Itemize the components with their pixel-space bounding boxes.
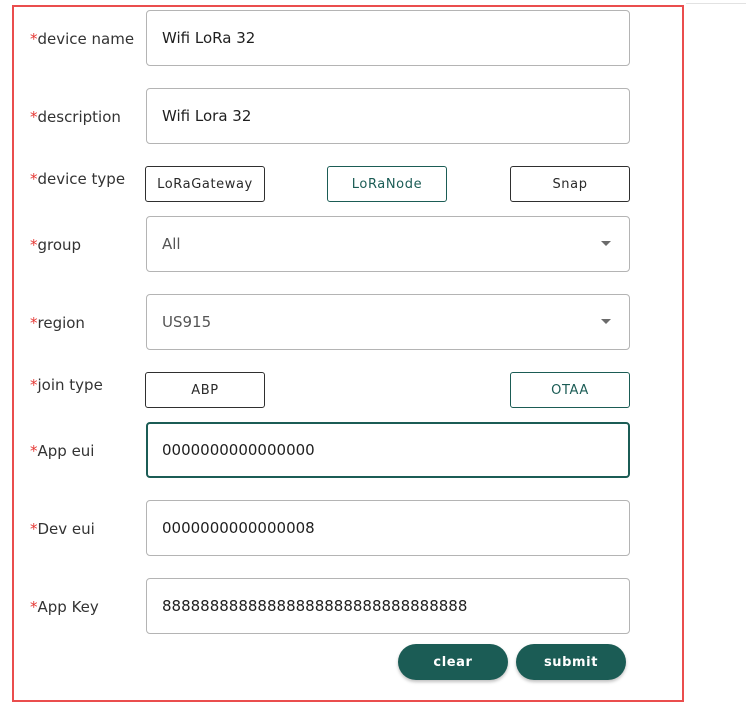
device-name-label: *device name (30, 30, 135, 48)
required-marker: * (30, 442, 38, 460)
dropdown-arrow-icon (601, 319, 611, 324)
page-top-divider (686, 3, 746, 4)
required-marker: * (30, 30, 38, 48)
join-type-option-otaa[interactable]: OTAA (510, 372, 630, 408)
region-value: US915 (162, 313, 212, 331)
required-marker: * (30, 170, 38, 188)
join-type-option-abp[interactable]: ABP (145, 372, 265, 408)
app-eui-value: 0000000000000000 (162, 441, 315, 459)
device-type-option-snap[interactable]: Snap (510, 166, 630, 202)
dev-eui-value: 0000000000000008 (162, 519, 315, 537)
dev-eui-input[interactable]: 0000000000000008 (146, 500, 630, 556)
dropdown-arrow-icon (601, 241, 611, 246)
device-type-option-loragateway[interactable]: LoRaGateway (145, 166, 265, 202)
required-marker: * (30, 376, 38, 394)
app-key-label: *App Key (30, 598, 99, 616)
required-marker: * (30, 598, 38, 616)
app-eui-input[interactable]: 0000000000000000 (146, 422, 630, 478)
device-name-value: Wifi LoRa 32 (162, 29, 256, 47)
group-select[interactable]: All (146, 216, 630, 272)
description-value: Wifi Lora 32 (162, 107, 252, 125)
description-input[interactable]: Wifi Lora 32 (146, 88, 630, 144)
description-label: *description (30, 108, 121, 126)
dev-eui-label: *Dev eui (30, 520, 95, 538)
required-marker: * (30, 520, 38, 538)
required-marker: * (30, 314, 38, 332)
submit-button[interactable]: submit (516, 644, 626, 680)
join-type-label: *join type (30, 376, 103, 394)
required-marker: * (30, 108, 38, 126)
region-label: *region (30, 314, 85, 332)
clear-button[interactable]: clear (398, 644, 508, 680)
app-eui-label: *App eui (30, 442, 95, 460)
required-marker: * (30, 236, 38, 254)
group-value: All (162, 235, 181, 253)
device-type-label: *device type (30, 170, 126, 188)
app-key-input[interactable]: 88888888888888888888888888888888 (146, 578, 630, 634)
device-type-option-loranode[interactable]: LoRaNode (327, 166, 447, 202)
region-select[interactable]: US915 (146, 294, 630, 350)
group-label: *group (30, 236, 82, 254)
device-name-input[interactable]: Wifi LoRa 32 (146, 10, 630, 66)
app-key-value: 88888888888888888888888888888888 (162, 597, 468, 615)
